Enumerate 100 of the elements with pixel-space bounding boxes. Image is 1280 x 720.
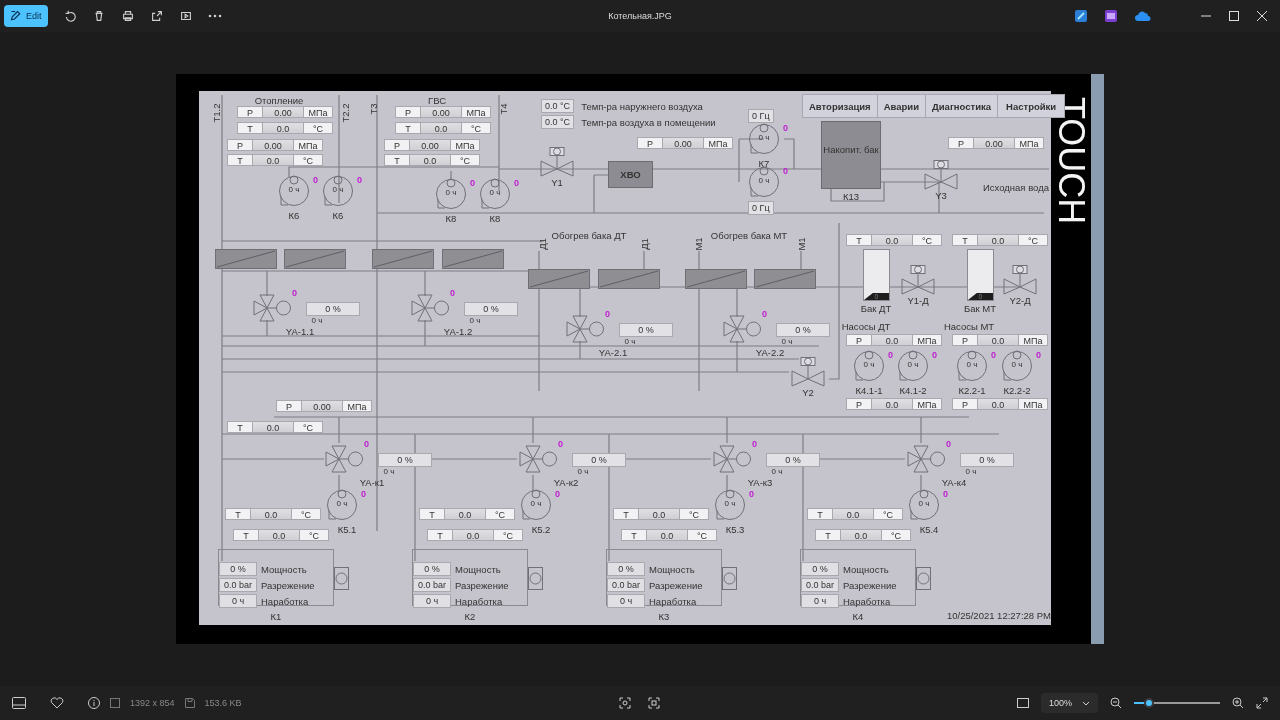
pump-icon[interactable] (520, 489, 552, 521)
gauge-unit: °C (485, 508, 515, 520)
gauge-tag: T (395, 122, 421, 134)
gauge-unit: °C (291, 508, 321, 520)
zoom-out-icon[interactable] (1110, 697, 1122, 709)
gauge-value: 0.0 (978, 234, 1018, 246)
heart-icon[interactable] (50, 697, 64, 709)
nav-button[interactable]: Авторизация (803, 95, 878, 117)
nav-button[interactable]: Настройки (998, 95, 1065, 117)
share-icon[interactable] (149, 9, 164, 23)
pump-name: К2.2-1 (958, 385, 986, 396)
valve-hours: 0 ч (383, 467, 395, 476)
pump-icon[interactable] (1001, 350, 1033, 382)
valve-icon[interactable] (924, 160, 958, 190)
print-icon[interactable] (120, 9, 135, 23)
pump-icon[interactable] (748, 166, 780, 198)
pump-icon[interactable] (748, 123, 780, 155)
focus-icon[interactable] (619, 697, 631, 709)
pump-icon[interactable] (326, 489, 358, 521)
three-way-valve-icon[interactable] (324, 444, 364, 474)
heat-exchanger-icon (528, 269, 590, 289)
edit-icon (10, 10, 22, 22)
diagram-label: К3 (658, 611, 670, 622)
frequency-value: 0 Гц (748, 109, 774, 123)
more-icon[interactable] (207, 14, 222, 18)
boiler-value: 0 ч (413, 594, 451, 608)
pump-icon[interactable] (435, 178, 467, 210)
gauge-tag: T (233, 529, 259, 541)
valve-name: YA-1.1 (285, 326, 315, 337)
heat-exchanger-icon (754, 269, 816, 289)
cloud-icon[interactable] (1135, 11, 1151, 21)
three-way-valve-icon[interactable] (410, 293, 450, 323)
gauge-unit: МПа (342, 400, 372, 412)
pump-icon[interactable] (853, 350, 885, 382)
zoom-in-icon[interactable] (1232, 697, 1244, 709)
close-icon[interactable] (1257, 11, 1267, 21)
pump-status: 0 (470, 178, 475, 188)
temperature-label: Темп-ра наружнего воздуха (581, 100, 703, 112)
pump-hours: 0 ч (907, 360, 919, 369)
valve-name: Y2 (802, 387, 814, 398)
temperature-label: Темп-ра воздуха в помещении (581, 116, 716, 128)
boiler-value: 0 ч (607, 594, 645, 608)
diagram-label: T4 (497, 103, 509, 115)
valve-hours: 0 ч (965, 467, 977, 476)
gauge-value: 0.0 (978, 334, 1018, 346)
pump-hours: 0 ч (332, 185, 344, 194)
pump-icon[interactable] (479, 178, 511, 210)
pump-status: 0 (749, 489, 754, 499)
nav-button[interactable]: Аварии (877, 95, 926, 117)
boiler-parameter: Разрежение (649, 579, 703, 591)
three-way-valve-icon[interactable] (565, 314, 605, 344)
boiler-parameter: Наработка (649, 595, 697, 607)
scan-icon[interactable] (648, 697, 660, 709)
zoom-dropdown[interactable]: 100% (1040, 693, 1098, 713)
gauge-value: 0.00 (663, 137, 703, 149)
slideshow-icon[interactable] (178, 9, 193, 23)
three-way-valve-icon[interactable] (906, 444, 946, 474)
valve-icon[interactable] (791, 357, 825, 387)
boiler-parameter: Наработка (843, 595, 891, 607)
valve-name: Y3 (935, 190, 947, 201)
fit-icon[interactable] (1016, 698, 1029, 708)
gauge-tag: P (952, 398, 978, 410)
valve-status: 0 (292, 288, 297, 298)
pump-name: К6 (288, 210, 300, 221)
filmstrip-icon[interactable] (12, 697, 26, 709)
info-icon[interactable] (88, 697, 100, 709)
pump-icon[interactable] (897, 350, 929, 382)
gauge-tag: T (846, 234, 872, 246)
pump-icon[interactable] (278, 175, 310, 207)
pump-status: 0 (991, 350, 996, 360)
boiler-value: 0 % (801, 562, 839, 576)
boiler-value: 0.0 bar (801, 578, 839, 592)
three-way-valve-icon[interactable] (712, 444, 752, 474)
gauge-unit: °C (881, 529, 911, 541)
file-size: 153.6 KB (204, 698, 242, 708)
boiler-value: 0.0 bar (219, 578, 257, 592)
pump-icon[interactable] (714, 489, 746, 521)
valve-icon[interactable] (540, 147, 574, 177)
three-way-valve-icon[interactable] (518, 444, 558, 474)
nav-button[interactable]: Диагностика (926, 95, 999, 117)
heat-exchanger-icon (442, 249, 504, 269)
three-way-valve-icon[interactable] (252, 293, 292, 323)
pump-name: К8 (445, 213, 457, 224)
valve-position: 0 % (766, 453, 820, 467)
pump-hours: 0 ч (288, 185, 300, 194)
pump-name: К5.1 (337, 524, 357, 535)
pump-hours: 0 ч (1011, 360, 1023, 369)
pump-icon[interactable] (322, 175, 354, 207)
expand-icon[interactable] (1256, 697, 1268, 709)
pump-icon[interactable] (956, 350, 988, 382)
maximize-icon[interactable] (1229, 11, 1239, 21)
three-way-valve-icon[interactable] (722, 314, 762, 344)
valve-icon[interactable] (901, 265, 935, 295)
gauge-value: 0.00 (410, 139, 450, 151)
edit-button[interactable]: Edit (4, 5, 48, 27)
valve-status: 0 (605, 309, 610, 319)
valve-icon[interactable] (1003, 265, 1037, 295)
pump-icon[interactable] (908, 489, 940, 521)
gauge-value: 0.0 (263, 122, 303, 134)
pump-hours: 0 ч (530, 499, 542, 508)
